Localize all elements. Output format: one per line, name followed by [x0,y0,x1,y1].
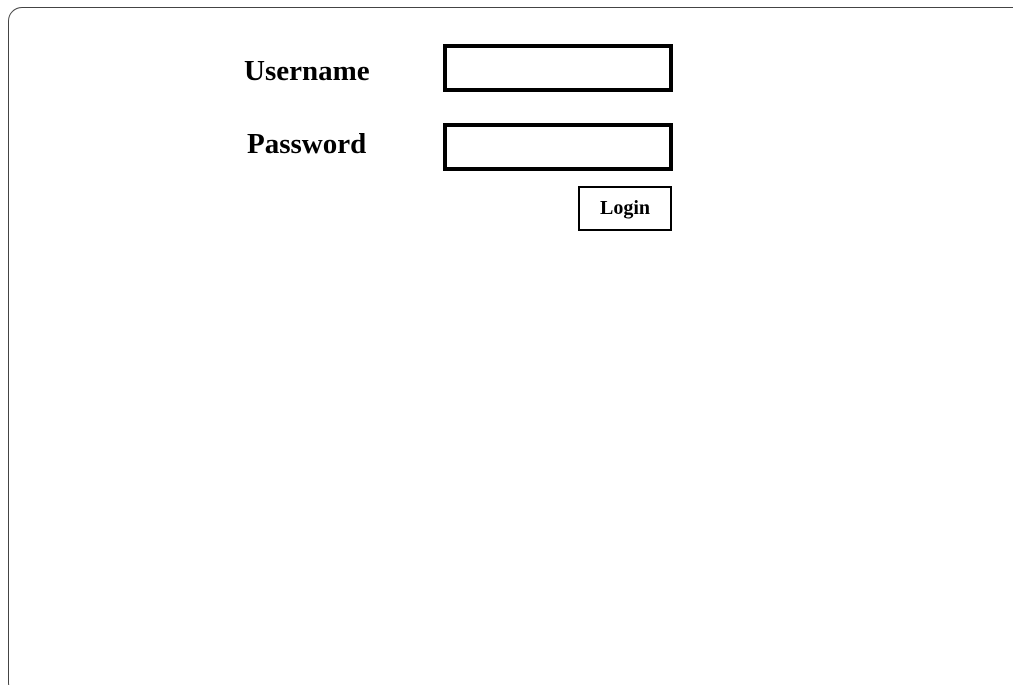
username-label: Username [244,55,370,87]
login-panel [8,7,1013,685]
username-field[interactable] [443,44,673,92]
password-field[interactable] [443,123,673,171]
login-button[interactable]: Login [578,186,672,231]
password-label: Password [247,128,367,160]
